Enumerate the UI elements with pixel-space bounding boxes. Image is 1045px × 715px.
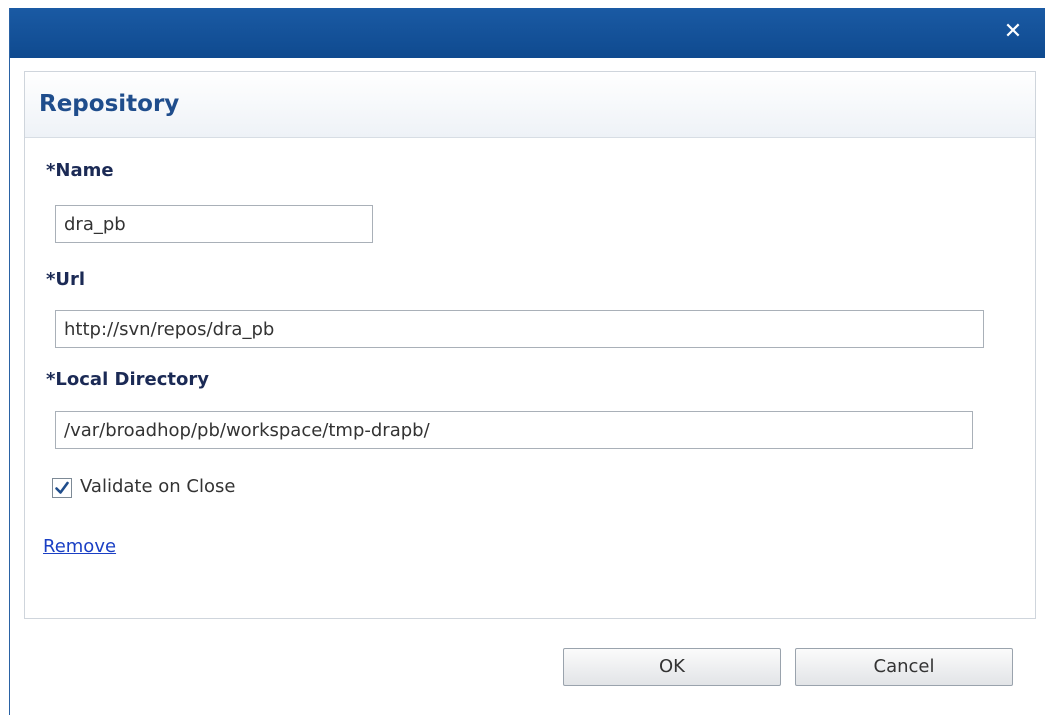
validate-on-close-checkbox[interactable] (52, 478, 72, 498)
dialog-titlebar: ✕ (10, 8, 1045, 58)
local-directory-label: *Local Directory (46, 369, 209, 390)
panel-title: Repository (39, 91, 180, 117)
local-directory-field[interactable] (55, 411, 973, 449)
remove-link[interactable]: Remove (43, 536, 116, 557)
cancel-button[interactable]: Cancel (795, 648, 1013, 686)
repository-dialog: ✕ Repository *Name *Url *Local Directory… (9, 8, 1045, 715)
name-label: *Name (46, 160, 114, 181)
close-icon[interactable]: ✕ (999, 18, 1027, 46)
ok-button[interactable]: OK (563, 648, 781, 686)
url-field[interactable] (55, 310, 984, 348)
checkmark-icon (55, 481, 69, 494)
url-label: *Url (46, 269, 86, 290)
validate-on-close-label[interactable]: Validate on Close (80, 476, 235, 497)
panel-header: Repository (25, 72, 1035, 138)
name-field[interactable] (55, 205, 373, 243)
